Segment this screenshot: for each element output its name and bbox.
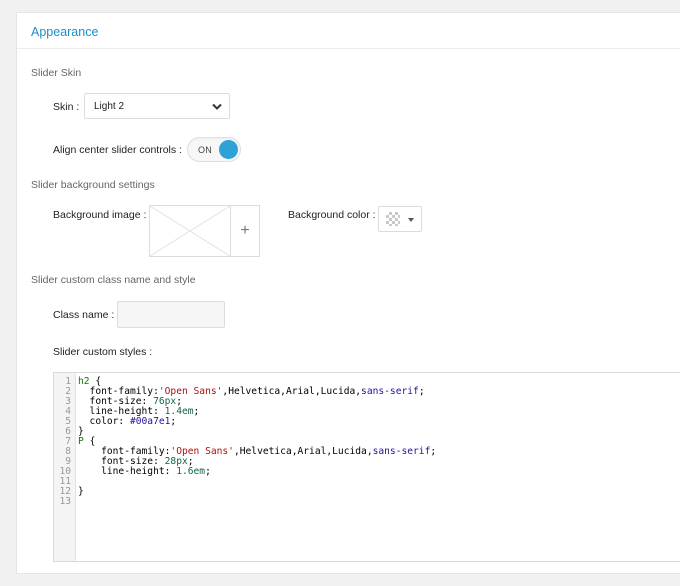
code-token: ; (205, 466, 211, 477)
code-token: sans-serif (372, 446, 431, 457)
panel-title: Appearance (31, 25, 99, 39)
code-token: ; (170, 416, 177, 427)
background-image-label: Background image : (53, 209, 147, 221)
code-line: 11 (54, 477, 654, 487)
skin-select[interactable]: Light 2 (84, 93, 230, 119)
code-text: } (78, 487, 84, 497)
skin-select-value: Light 2 (94, 101, 125, 112)
custom-styles-code-editor[interactable]: 1 h2 {2 font-family:'Open Sans',Helvetica… (53, 372, 680, 562)
code-token: ; (418, 386, 425, 397)
code-text: color: #00a7e1; (78, 416, 177, 427)
image-placeholder-icon (150, 206, 230, 256)
panel-header: Appearance (17, 13, 680, 49)
section-title-custom: Slider custom class name and style (31, 274, 196, 286)
code-line: 5 color: #00a7e1; (54, 417, 654, 427)
code-token: ; (430, 446, 437, 457)
code-text: line-height: 1.6em; (78, 467, 211, 477)
toggle-knob (219, 140, 238, 159)
skin-label: Skin : (53, 101, 80, 113)
align-center-toggle[interactable]: ON (187, 137, 241, 162)
section-title-background: Slider background settings (31, 179, 155, 191)
class-name-input[interactable] (117, 301, 225, 328)
code-token: 1.6em (176, 466, 206, 477)
caret-down-icon (408, 218, 414, 222)
code-token: #00a7e1 (129, 416, 171, 427)
background-color-picker[interactable] (378, 206, 422, 232)
code-token: ,Helvetica,Arial,Lucida, (233, 446, 373, 457)
code-token: ,Helvetica,Arial,Lucida, (222, 386, 362, 397)
plus-icon[interactable]: + (230, 206, 259, 256)
code-line: 10 line-height: 1.6em; (54, 467, 654, 477)
code-token: sans-serif (361, 386, 419, 397)
chevron-down-icon (212, 103, 222, 110)
code-line: 12} (54, 487, 654, 497)
custom-styles-label: Slider custom styles : (53, 346, 153, 358)
code-token: color: (78, 416, 130, 427)
transparent-swatch-icon (386, 212, 400, 226)
code-token: ; (193, 406, 200, 417)
toggle-state-text: ON (198, 145, 213, 155)
code-token: line-height: (78, 466, 177, 477)
code-token: } (78, 486, 84, 497)
class-name-label: Class name : (53, 309, 115, 321)
align-label: Align center slider controls : (53, 144, 182, 156)
code-line: 13 (54, 497, 654, 507)
appearance-panel: Appearance Slider Skin Skin : Light 2 Al… (16, 12, 680, 574)
code-line: 6} (54, 427, 654, 437)
background-color-label: Background color : (288, 209, 376, 221)
background-image-picker[interactable]: + (149, 205, 260, 257)
section-title-skin: Slider Skin (31, 67, 82, 79)
line-number: 13 (59, 496, 71, 507)
